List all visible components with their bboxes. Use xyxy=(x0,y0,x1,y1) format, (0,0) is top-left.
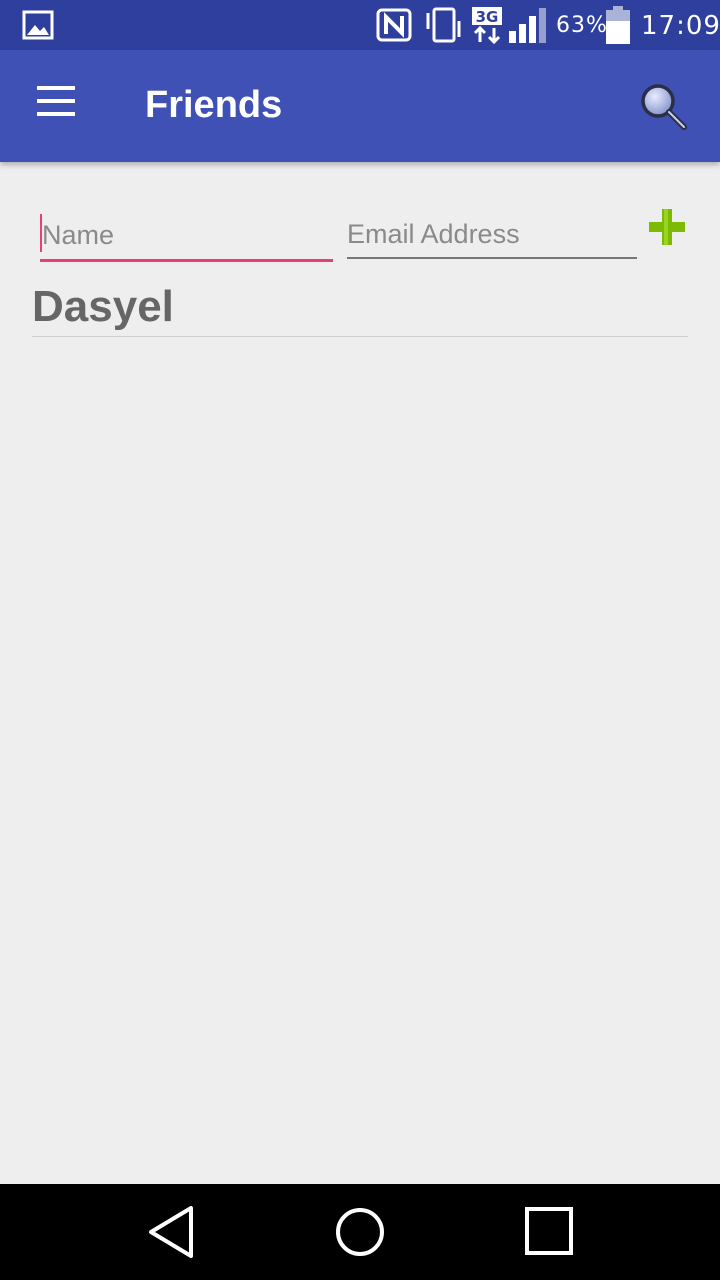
gallery-icon xyxy=(22,10,54,40)
home-icon[interactable] xyxy=(333,1204,387,1260)
battery-percent: 63% xyxy=(556,13,608,38)
3g-icon: 3G xyxy=(472,7,502,44)
clock: 17:09 xyxy=(641,11,720,41)
status-bar: 3G 63% 17:09 xyxy=(0,0,720,50)
text-cursor xyxy=(40,214,42,252)
recents-icon[interactable] xyxy=(524,1204,576,1260)
nfc-icon xyxy=(376,8,412,42)
vibrate-icon xyxy=(426,7,461,43)
battery-icon xyxy=(606,6,630,44)
page-title: Friends xyxy=(145,84,283,126)
email-input[interactable] xyxy=(347,212,637,259)
plus-icon[interactable] xyxy=(646,206,688,248)
list-item[interactable]: Dasyel xyxy=(32,278,688,337)
friend-name: Dasyel xyxy=(32,282,174,331)
name-input[interactable] xyxy=(40,212,333,262)
search-icon[interactable] xyxy=(638,82,690,132)
signal-icon xyxy=(509,8,546,43)
network-label: 3G xyxy=(476,8,499,26)
navigation-bar xyxy=(0,1184,720,1280)
app-bar: Friends xyxy=(0,50,720,162)
back-icon[interactable] xyxy=(145,1204,197,1260)
hamburger-menu-icon[interactable] xyxy=(30,86,82,126)
